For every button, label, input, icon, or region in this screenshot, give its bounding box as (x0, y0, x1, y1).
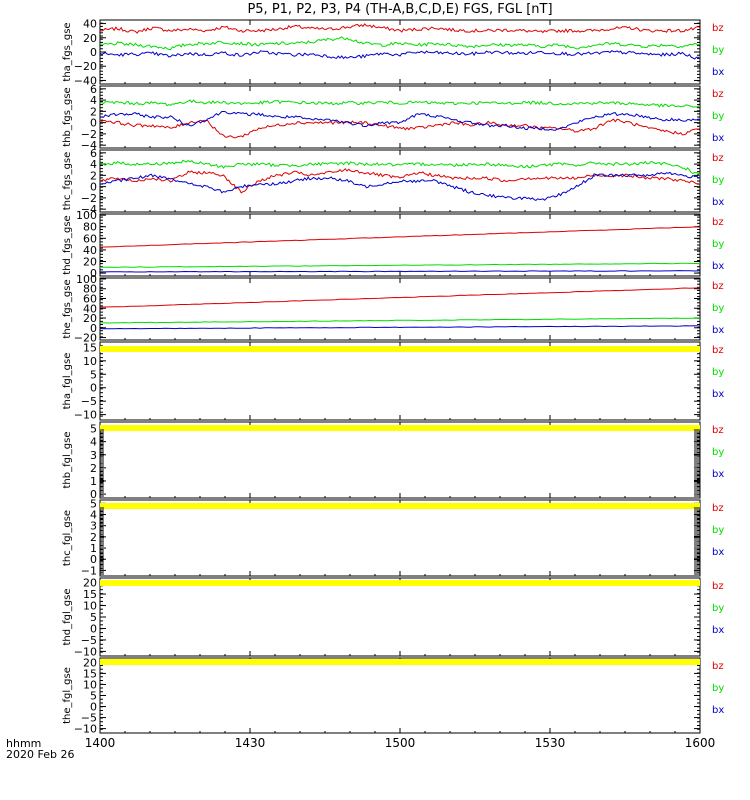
legend-by: by (712, 239, 724, 250)
y-axis-label: tha_fgs_gse (62, 22, 73, 81)
panel-frame (99, 277, 701, 341)
x-tick-label: 1500 (385, 736, 416, 750)
y-tick-label: 4 (90, 436, 97, 449)
panel-thc_fgl_gse (99, 499, 701, 577)
x-tick-label: 1400 (85, 736, 116, 750)
y-axis-label: tha_fgl_gse (62, 353, 73, 410)
y-tick-label: 3 (90, 449, 97, 462)
y-tick-label: 1 (90, 475, 97, 488)
x-tick-label: 1430 (235, 736, 266, 750)
legend-by: by (712, 303, 724, 314)
legend-by: by (712, 367, 724, 378)
legend-bx: bx (712, 325, 724, 336)
panel-thb_fgs_gse (99, 85, 701, 149)
y-tick-label: −20 (74, 60, 97, 73)
legend-bz: bz (712, 281, 724, 292)
panel-frame (99, 341, 701, 421)
date-label: 2020 Feb 26 (6, 748, 75, 761)
y-axis-label: the_fgs_gse (62, 279, 73, 338)
y-tick-label: 5 (90, 423, 97, 436)
series-bz-line (100, 226, 701, 248)
series-bz-line (99, 168, 700, 194)
series-bx-line (99, 49, 701, 60)
series-bz-line (99, 287, 701, 308)
y-axis-label: thc_fgs_gse (62, 152, 73, 211)
series-bz-line (99, 23, 701, 34)
panel-frame (99, 499, 701, 577)
y-tick-label: 0 (90, 382, 97, 395)
panel-frame (99, 421, 701, 499)
panel-tha_fgl_gse (99, 341, 701, 421)
panel-frame (99, 577, 701, 657)
x-tick-label: 1530 (535, 736, 566, 750)
y-tick-label: −10 (74, 723, 97, 736)
legend-bz: bz (712, 153, 724, 164)
chart-canvas: 40200−20−40tha_fgs_gse bzbybx6420−2−4thb_… (62, 18, 724, 750)
data-flag-bar (100, 503, 700, 509)
series-by-line (99, 159, 701, 176)
y-tick-label: −1 (81, 564, 97, 577)
legend-bx: bx (712, 197, 724, 208)
legend-bx: bx (712, 625, 724, 636)
panel-the_fgl_gse (99, 657, 701, 734)
panel-frame (99, 85, 701, 149)
data-flag-bar (100, 659, 700, 665)
data-flag-bar (100, 346, 700, 352)
legend-by: by (712, 175, 724, 186)
panel-tha_fgs_gse (99, 19, 701, 85)
panel-the_fgs_gse (99, 277, 701, 341)
data-flag-bar (100, 580, 700, 586)
legend-bz: bz (712, 89, 724, 100)
legend-by: by (712, 447, 724, 458)
y-tick-label: 5 (90, 368, 97, 381)
y-tick-label: 40 (83, 18, 97, 31)
panel-thc_fgs_gse (99, 149, 701, 213)
y-tick-label: 2 (90, 462, 97, 475)
data-flag-bar (100, 425, 700, 431)
legend-bz: bz (712, 23, 724, 34)
panel-frame (99, 657, 701, 734)
y-axis-label: thd_fgl_gse (62, 589, 73, 646)
legend-bx: bx (712, 133, 724, 144)
y-axis-label: the_fgl_gse (62, 667, 73, 724)
legend-bx: bx (712, 469, 724, 480)
legend-bz: bz (712, 217, 724, 228)
y-tick-label: 10 (83, 355, 97, 368)
legend-by: by (712, 603, 724, 614)
legend-by: by (712, 45, 724, 56)
legend-bz: bz (712, 661, 724, 672)
y-tick-label: 15 (83, 341, 97, 354)
series-by-line (100, 317, 701, 324)
panel-thd_fgl_gse (99, 577, 701, 657)
y-tick-label: −10 (74, 409, 97, 422)
panel-thd_fgs_gse (99, 213, 701, 277)
series-by-line (99, 262, 700, 268)
legend-bx: bx (712, 261, 724, 272)
y-axis-label: thc_fgl_gse (62, 510, 73, 566)
x-tick-label: 1600 (685, 736, 716, 750)
series-bx-line (99, 325, 701, 330)
legend-bz: bz (712, 581, 724, 592)
legend-bx: bx (712, 547, 724, 558)
legend-bx: bx (712, 389, 724, 400)
legend-bx: bx (712, 705, 724, 716)
y-tick-label: 0 (90, 46, 97, 59)
series-by-line (99, 36, 701, 51)
legend-by: by (712, 111, 724, 122)
y-axis-label: thb_fgl_gse (62, 432, 73, 489)
legend-bz: bz (712, 345, 724, 356)
panel-thb_fgl_gse (99, 421, 701, 499)
y-axis-label: thb_fgs_gse (62, 87, 73, 146)
legend-bz: bz (712, 503, 724, 514)
series-by-line (99, 99, 701, 108)
y-tick-label: −5 (81, 395, 97, 408)
y-axis-label: thd_fgs_gse (62, 215, 73, 274)
legend-by: by (712, 525, 724, 536)
legend-bx: bx (712, 67, 724, 78)
y-tick-label: 20 (83, 32, 97, 45)
legend-bz: bz (712, 425, 724, 436)
legend-by: by (712, 683, 724, 694)
